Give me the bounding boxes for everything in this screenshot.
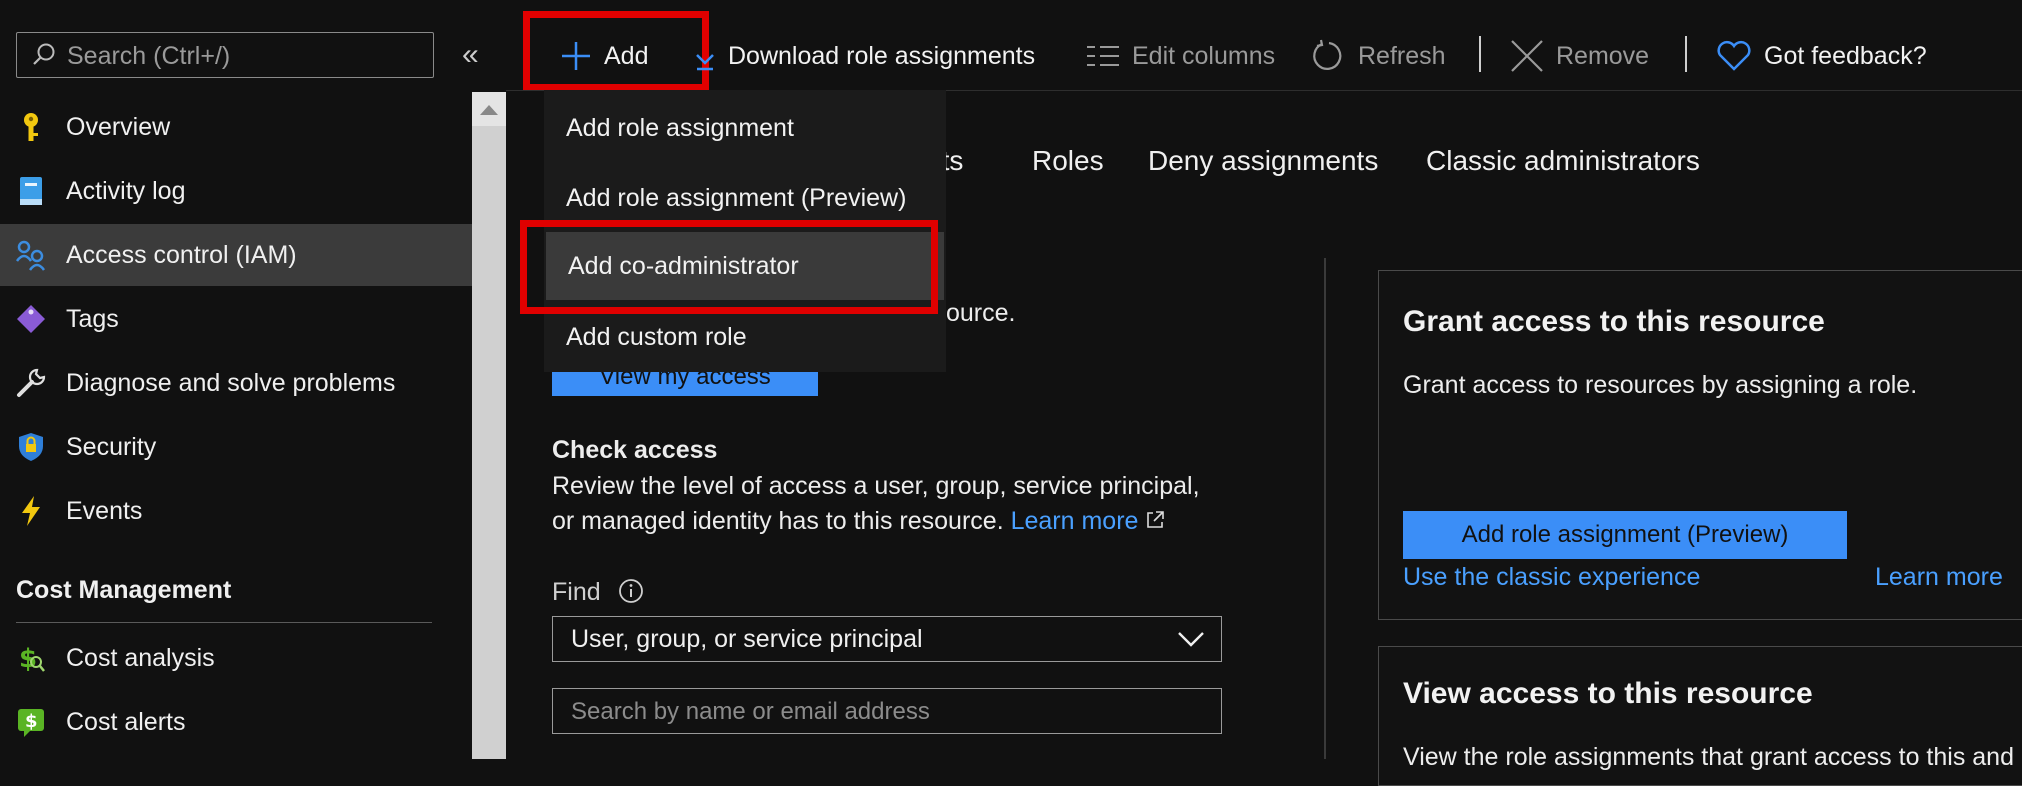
tab-deny-assignments[interactable]: Deny assignments [1148,145,1378,177]
co-administrator-highlight [520,220,938,314]
check-access-text: or managed identity has to this resource… [552,507,1004,535]
grant-learn-more-link[interactable]: Learn more [1875,563,2003,592]
key-icon [14,110,48,144]
refresh-icon [1312,39,1346,73]
sidebar-scrollbar[interactable] [472,92,506,759]
chevron-down-icon [1178,632,1204,647]
sidebar-item-label: Activity log [66,176,186,205]
add-role-assignment-preview-label: Add role assignment (Preview) [1461,521,1789,548]
remove-label: Remove [1556,41,1650,70]
wrench-icon [14,366,48,400]
add-role-assignment-preview-button[interactable]: Add role assignment (Preview) [1403,511,1847,559]
toolbar-separator [1479,36,1481,72]
check-access-title: Check access [552,436,718,464]
download-label: Download role assignments [728,41,1036,70]
menu-item-add-role-assignment[interactable]: Add role assignment [544,96,946,160]
sidebar-item-activity-log[interactable]: Activity log [0,160,472,222]
section-title-cost-management: Cost Management [16,576,232,604]
sidebar-item-access-control[interactable]: Access control (IAM) [0,224,472,286]
sidebar-item-tags[interactable]: Tags [0,288,472,350]
grant-access-description: Grant access to resources by assigning a… [1403,371,1918,399]
refresh-label: Refresh [1358,41,1446,70]
external-link-icon [1147,511,1165,528]
view-access-description: View the role assignments that grant acc… [1403,743,2014,771]
shield-icon [14,430,48,464]
info-icon[interactable] [618,578,644,604]
member-search-input[interactable] [569,689,1213,735]
check-access-description-line1: Review the level of access a user, group… [552,472,1200,500]
sidebar-item-label: Overview [66,112,171,141]
tab-roles[interactable]: Roles [1032,145,1104,177]
people-icon [14,238,48,272]
find-type-value: User, group, or service principal [571,624,923,653]
sidebar-item-security[interactable]: Security [0,416,472,478]
svg-text:$: $ [19,644,37,674]
log-book-icon [14,174,48,208]
learn-more-link[interactable]: Learn more [1011,507,1139,535]
find-label: Find [552,578,601,606]
add-button-highlight [523,11,709,91]
sidebar-item-cost-alerts[interactable]: $ Cost alerts [0,691,472,753]
download-icon [694,41,716,71]
scroll-up-button[interactable] [472,92,506,126]
edit-columns-label: Edit columns [1132,41,1276,70]
sidebar-item-label: Security [66,432,157,461]
grant-access-card: Grant access to this resource Grant acce… [1378,270,2022,620]
refresh-button[interactable]: Refresh [1312,38,1446,74]
my-access-description: ource. [946,299,1016,327]
remove-button[interactable]: Remove [1510,38,1649,74]
search-input[interactable] [65,33,429,79]
close-icon [1510,39,1544,73]
cost-analysis-icon: $ [14,641,48,675]
menu-item-label: Add custom role [566,322,747,351]
heart-icon [1716,40,1752,72]
sidebar-item-label: Events [66,496,143,525]
section-divider [16,622,432,623]
toolbar-separator [1685,36,1687,72]
sidebar-item-label: Cost alerts [66,707,186,736]
download-role-assignments-button[interactable]: Download role assignments [694,38,1035,74]
sidebar-item-diagnose[interactable]: Diagnose and solve problems [0,352,472,414]
sidebar-item-cost-analysis[interactable]: $ Cost analysis [0,627,472,689]
sidebar-item-events[interactable]: Events [0,480,472,542]
feedback-button[interactable]: Got feedback? [1716,38,1927,74]
collapse-sidebar-button[interactable]: « [462,38,492,72]
tab-classic-administrators[interactable]: Classic administrators [1426,145,1700,177]
lightning-icon [14,494,48,528]
columns-icon [1086,44,1120,68]
svg-text:$: $ [25,711,38,732]
search-icon [33,43,55,65]
menu-item-add-custom-role[interactable]: Add custom role [544,305,946,369]
sidebar-item-label: Cost analysis [66,643,215,672]
classic-experience-link[interactable]: Use the classic experience [1403,563,1700,592]
tag-icon [14,302,48,336]
sidebar-item-label: Diagnose and solve problems [66,368,396,397]
feedback-label: Got feedback? [1764,41,1927,70]
sidebar-item-label: Access control (IAM) [66,240,297,269]
cost-alert-icon: $ [14,705,48,739]
view-access-title: View access to this resource [1403,677,1813,710]
grant-access-title: Grant access to this resource [1403,305,1825,338]
menu-item-label: Add role assignment [566,113,794,142]
check-access-description-line2: or managed identity has to this resource… [552,507,1165,536]
column-divider [1324,258,1326,759]
scroll-up-arrow-icon [480,105,498,115]
member-search-field[interactable] [552,688,1222,735]
find-type-select[interactable]: User, group, or service principal [552,616,1222,662]
sidebar-search[interactable] [16,32,434,79]
edit-columns-button[interactable]: Edit columns [1086,38,1275,74]
sidebar-item-label: Tags [66,304,119,333]
view-access-card: View access to this resource View the ro… [1378,646,2022,786]
sidebar-item-overview[interactable]: Overview [0,96,472,158]
menu-item-label: Add role assignment (Preview) [566,183,907,212]
